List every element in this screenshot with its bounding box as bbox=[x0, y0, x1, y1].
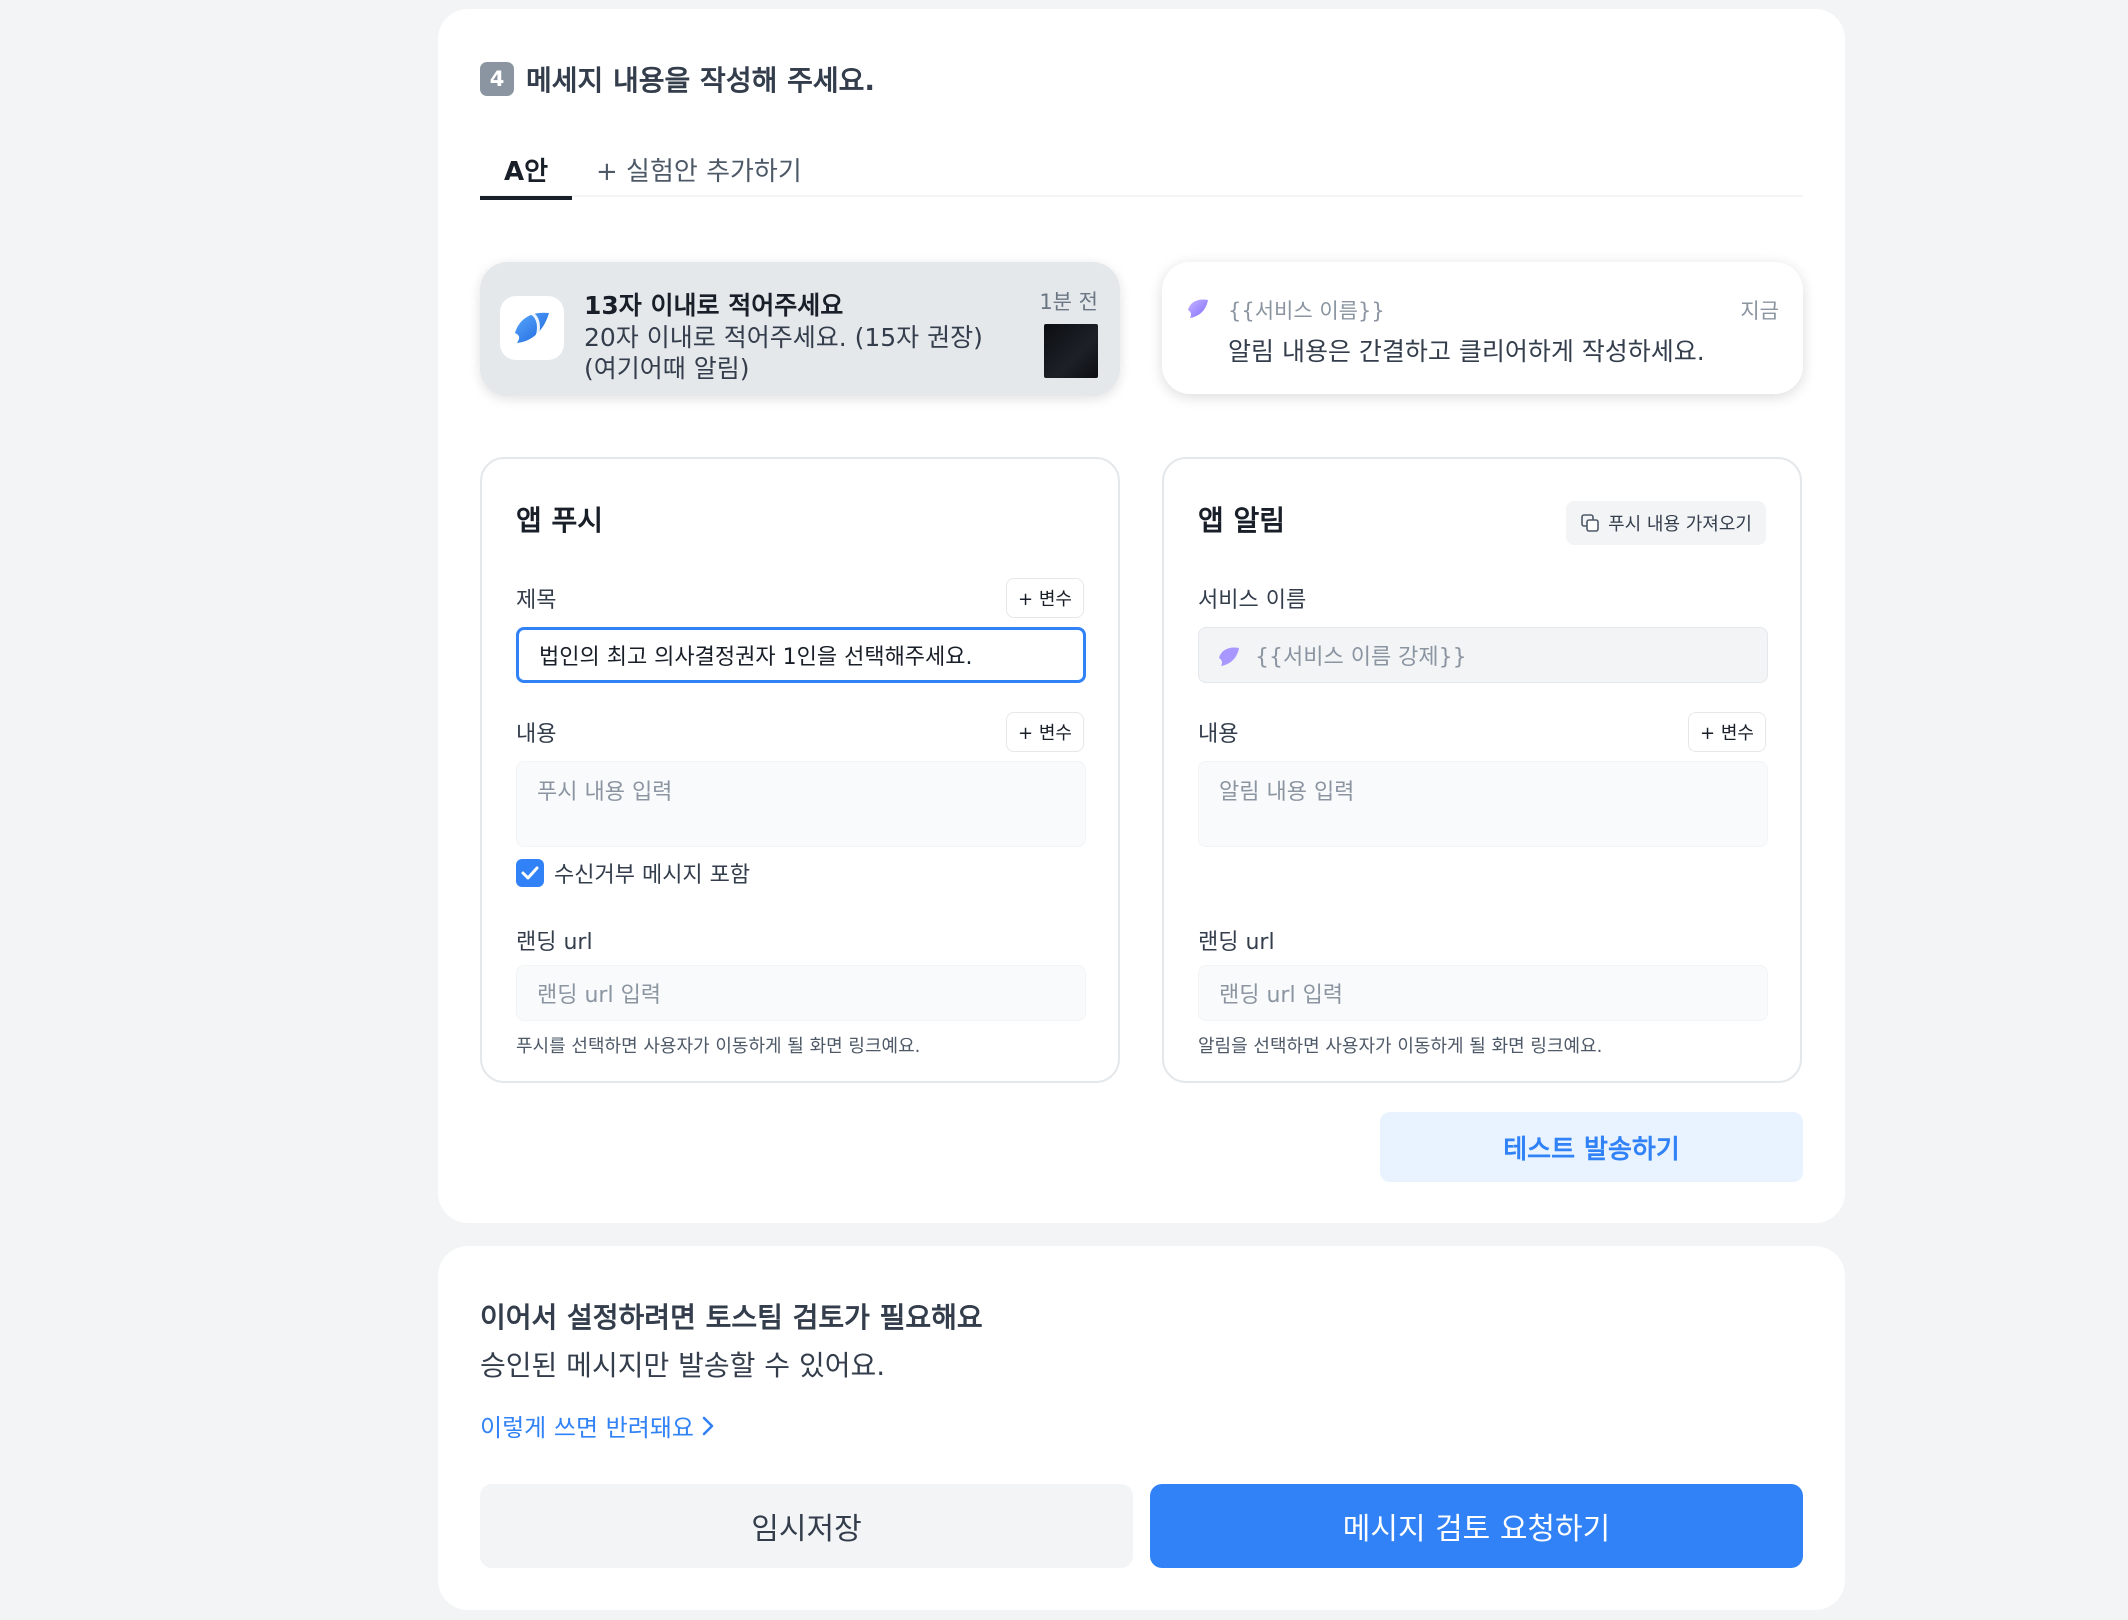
push-preview-body: 20자 이내로 적어주세요. (15자 권장) (여기어때 알림) bbox=[584, 322, 983, 384]
push-preview-body-line1: 20자 이내로 적어주세요. (15자 권장) bbox=[584, 323, 983, 352]
push-url-helper: 푸시를 선택하면 사용자가 이동하게 될 화면 링크예요. bbox=[516, 1036, 921, 1057]
app-push-panel: 앱 푸시 제목 + 변수 법인의 최고 의사결정권자 1인을 선택해주세요. 내… bbox=[480, 457, 1120, 1083]
test-send-button[interactable]: 테스트 발송하기 bbox=[1380, 1112, 1803, 1182]
review-title: 이어서 설정하려면 토스팀 검토가 필요해요 bbox=[480, 1301, 983, 1334]
check-icon[interactable] bbox=[516, 859, 544, 887]
rejection-guide-link[interactable]: 이렇게 쓰면 반려돼요 bbox=[480, 1408, 714, 1443]
toss-logo-icon bbox=[500, 296, 564, 360]
notification-content-label: 내용 bbox=[1198, 722, 1239, 747]
push-content-textarea[interactable]: 푸시 내용 입력 bbox=[516, 761, 1086, 847]
notification-url-helper: 알림을 선택하면 사용자가 이동하게 될 화면 링크예요. bbox=[1198, 1036, 1603, 1057]
notification-body: 알림 내용은 간결하고 클리어하게 작성하세요. bbox=[1228, 337, 1705, 366]
notification-content-textarea[interactable]: 알림 내용 입력 bbox=[1198, 761, 1768, 847]
push-url-input[interactable]: 랜딩 url 입력 bbox=[516, 965, 1086, 1021]
notification-time: 지금 bbox=[1740, 299, 1779, 323]
push-preview-thumbnail bbox=[1044, 324, 1098, 378]
optout-checkbox-row[interactable]: 수신거부 메시지 포함 bbox=[516, 857, 750, 889]
message-content-card: 4 메세지 내용을 작성해 주세요. A안 + 실험안 추가하기 13자 이내로… bbox=[438, 9, 1845, 1223]
push-preview-title: 13자 이내로 적어주세요 bbox=[584, 291, 844, 320]
review-card: 이어서 설정하려면 토스팀 검토가 필요해요 승인된 메시지만 발송할 수 있어… bbox=[438, 1246, 1845, 1610]
notification-url-label: 랜딩 url bbox=[1198, 930, 1275, 955]
import-push-content-button[interactable]: 푸시 내용 가져오기 bbox=[1566, 501, 1766, 545]
push-preview: 13자 이내로 적어주세요 20자 이내로 적어주세요. (15자 권장) (여… bbox=[480, 262, 1120, 396]
app-notification-panel: 앱 알림 푸시 내용 가져오기 서비스 이름 {{서비스 이름 강제}} 내용 … bbox=[1162, 457, 1802, 1083]
add-variant-tab[interactable]: + 실험안 추가하기 bbox=[596, 137, 802, 197]
service-name-label: 서비스 이름 bbox=[1198, 588, 1307, 613]
service-name-value: {{서비스 이름 강제}} bbox=[1255, 645, 1467, 670]
push-subject-label: 제목 bbox=[516, 588, 557, 613]
rejection-guide-label: 이렇게 쓰면 반려돼요 bbox=[480, 1414, 694, 1442]
save-draft-button[interactable]: 임시저장 bbox=[480, 1484, 1133, 1568]
notification-url-input[interactable]: 랜딩 url 입력 bbox=[1198, 965, 1768, 1021]
request-review-button[interactable]: 메시지 검토 요청하기 bbox=[1150, 1484, 1803, 1568]
step-number-badge: 4 bbox=[480, 62, 514, 96]
service-logo-icon bbox=[1188, 299, 1208, 318]
import-push-content-label: 푸시 내용 가져오기 bbox=[1608, 514, 1752, 535]
step-header: 4 메세지 내용을 작성해 주세요. bbox=[480, 59, 875, 99]
chevron-right-icon bbox=[702, 1416, 714, 1435]
push-subject-input[interactable]: 법인의 최고 의사결정권자 1인을 선택해주세요. bbox=[516, 627, 1086, 683]
copy-icon bbox=[1581, 514, 1599, 532]
review-subtitle: 승인된 메시지만 발송할 수 있어요. bbox=[480, 1349, 886, 1382]
push-content-variable-button[interactable]: + 변수 bbox=[1006, 712, 1084, 752]
optout-checkbox-label: 수신거부 메시지 포함 bbox=[554, 863, 751, 888]
service-name-input: {{서비스 이름 강제}} bbox=[1198, 627, 1768, 683]
app-notification-title: 앱 알림 bbox=[1198, 504, 1286, 537]
app-push-title: 앱 푸시 bbox=[516, 504, 604, 537]
push-preview-body-line2: (여기어때 알림) bbox=[584, 354, 750, 383]
step-title: 메세지 내용을 작성해 주세요. bbox=[526, 64, 876, 97]
notification-preview: {{서비스 이름}} 지금 알림 내용은 간결하고 클리어하게 작성하세요. bbox=[1162, 262, 1803, 394]
service-logo-icon bbox=[1219, 647, 1239, 666]
variant-tabs: A안 + 실험안 추가하기 bbox=[480, 137, 1803, 200]
push-content-label: 내용 bbox=[516, 722, 557, 747]
push-url-label: 랜딩 url bbox=[516, 930, 593, 955]
tab-variant-a[interactable]: A안 bbox=[480, 137, 572, 200]
notification-service-name: {{서비스 이름}} bbox=[1228, 299, 1385, 323]
notification-content-variable-button[interactable]: + 변수 bbox=[1688, 712, 1766, 752]
push-preview-time: 1분 전 bbox=[1039, 290, 1098, 314]
push-subject-variable-button[interactable]: + 변수 bbox=[1006, 578, 1084, 618]
